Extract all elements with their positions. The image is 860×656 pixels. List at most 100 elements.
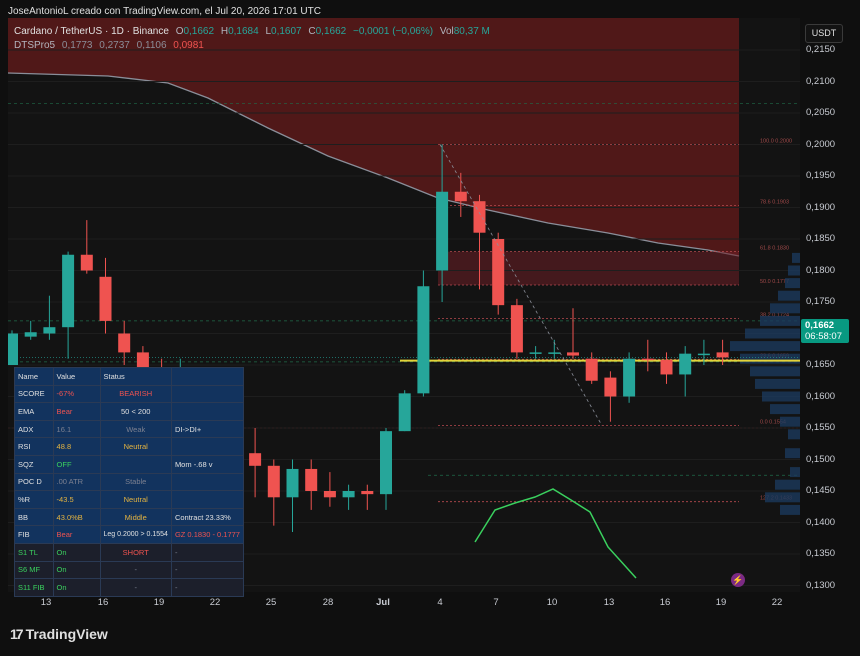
time-tick-label: 19 [715, 597, 727, 608]
table-cell: - [170, 542, 245, 562]
volume-profile-bar [775, 479, 800, 490]
creator-caption: JoseAntonioL creado con TradingView.com,… [8, 6, 321, 17]
table-cell: 48.8 [52, 437, 101, 456]
volume-value: 80,37 M [453, 26, 490, 37]
indicator-table-row: SCORE -67% BEARISH [14, 384, 245, 404]
volume-profile-bar [790, 467, 800, 478]
price-tick-label: 0,1550 [806, 422, 836, 433]
symbol-title[interactable]: Cardano / TetherUS · 1D · Binance [14, 26, 169, 37]
table-cell: - [170, 560, 245, 580]
candle-body [24, 332, 37, 337]
candle-body [267, 465, 280, 498]
candle-body [604, 377, 617, 397]
lightning-alert-icon[interactable]: ⚡ [731, 573, 745, 587]
volume-profile-bar [792, 252, 800, 263]
tv-brand-text: TradingView [25, 626, 108, 642]
table-cell: Weak [99, 419, 172, 439]
time-tick-label: 22 [771, 597, 783, 608]
table-cell [170, 490, 245, 509]
price-tick-label: 0,2050 [806, 107, 836, 118]
high-value: 0,1684 [228, 26, 259, 37]
table-cell: On [52, 542, 101, 562]
currency-button[interactable]: USDT [805, 24, 843, 43]
volume-profile-bar [770, 404, 800, 415]
candle-body [623, 358, 636, 397]
indicator-table-row: EMA Bear 50 < 200 [14, 402, 245, 421]
tv-logo-mark: 17 [10, 626, 24, 642]
candle-body [492, 239, 505, 306]
candle-body [716, 352, 729, 358]
volume-profile-bar [750, 366, 800, 377]
bearish-cloud [8, 18, 739, 256]
indicator-name[interactable]: DTSPro5 [14, 40, 55, 51]
table-cell: - [170, 578, 245, 597]
indicator-table-row: S1 TL On SHORT - [14, 542, 245, 562]
price-tick-label: 0,1350 [806, 548, 836, 559]
volume-profile-bar [780, 416, 800, 427]
symbol-legend[interactable]: Cardano / TetherUS · 1D · Binance O0,166… [14, 26, 494, 37]
table-cell: On [52, 560, 101, 580]
last-price-value: 0,1662 [805, 320, 835, 331]
candle-body [361, 491, 374, 495]
table-cell: GZ 0.1830 - 0.1777 [170, 525, 245, 544]
candle-body [99, 276, 112, 321]
table-cell: RSI [14, 437, 54, 456]
tradingview-logo[interactable]: 17 TradingView [10, 626, 108, 642]
table-cell: BB [14, 507, 54, 527]
candle-body [398, 393, 411, 432]
price-tick-label: 0,1950 [806, 170, 836, 181]
table-cell: SCORE [14, 384, 54, 404]
table-cell: Neutral [99, 437, 172, 456]
table-cell: Middle [99, 507, 172, 527]
candle-body [473, 201, 486, 233]
indicator-value-4: 0,0981 [173, 40, 204, 51]
table-cell: 43.0%B [52, 507, 101, 527]
candle-body [417, 286, 430, 394]
candle-body [548, 352, 561, 354]
indicator-table-row: S6 MF On - - [14, 560, 245, 580]
indicator-legend[interactable]: DTSPro5 0,1773 0,2737 0,1106 0,0981 [14, 40, 208, 51]
table-cell: - [99, 578, 172, 597]
candle-body [80, 254, 93, 271]
table-header-cell [170, 367, 245, 386]
table-cell [99, 454, 172, 474]
table-cell: SHORT [99, 542, 172, 562]
time-tick-label: 16 [659, 597, 671, 608]
volume-profile-bar [730, 341, 800, 352]
indicator-value-1: 0,1773 [61, 40, 93, 51]
time-tick-label: 22 [209, 597, 221, 608]
table-cell: %R [14, 490, 54, 509]
candle-body [567, 352, 579, 356]
time-tick-label: 10 [546, 597, 558, 608]
candle-body [697, 353, 710, 356]
candle-body [510, 305, 523, 353]
open-value: 0,1662 [183, 26, 215, 37]
table-cell: OFF [52, 454, 101, 474]
indicator-table-row: BB 43.0%B Middle Contract 23.33% [14, 507, 245, 527]
volume-profile-bar [778, 290, 800, 301]
price-tick-label: 0,1650 [806, 359, 836, 370]
volume-profile-bar [740, 353, 800, 364]
price-tick-label: 0,1400 [806, 516, 836, 528]
table-header-cell: Name [14, 367, 54, 386]
candle-body [249, 453, 262, 466]
time-tick-label: Jul [376, 597, 390, 608]
fib-level-label: 50.0 0.1777 [760, 279, 789, 285]
table-cell: .00 ATR [52, 472, 101, 492]
table-cell: Mom -.68 v [170, 454, 245, 474]
candle-body [585, 358, 598, 381]
table-header-cell: Status [99, 367, 172, 386]
indicator-table-row: ADX 16.1 Weak DI->DI+ [14, 419, 245, 439]
volume-profile-bar [755, 378, 800, 389]
price-tick-label: 0,1850 [806, 233, 836, 244]
table-cell: -43.5 [52, 490, 101, 509]
table-cell: DI->DI+ [170, 419, 245, 439]
volume-profile-bar [785, 278, 800, 289]
table-cell [170, 472, 245, 492]
time-tick-label: 19 [153, 597, 165, 608]
time-tick-label: 13 [40, 597, 52, 608]
table-cell: Contract 23.33% [170, 507, 245, 527]
price-tick-label: 0,1600 [806, 390, 836, 402]
candle-body [529, 352, 542, 354]
table-cell: On [52, 578, 101, 597]
